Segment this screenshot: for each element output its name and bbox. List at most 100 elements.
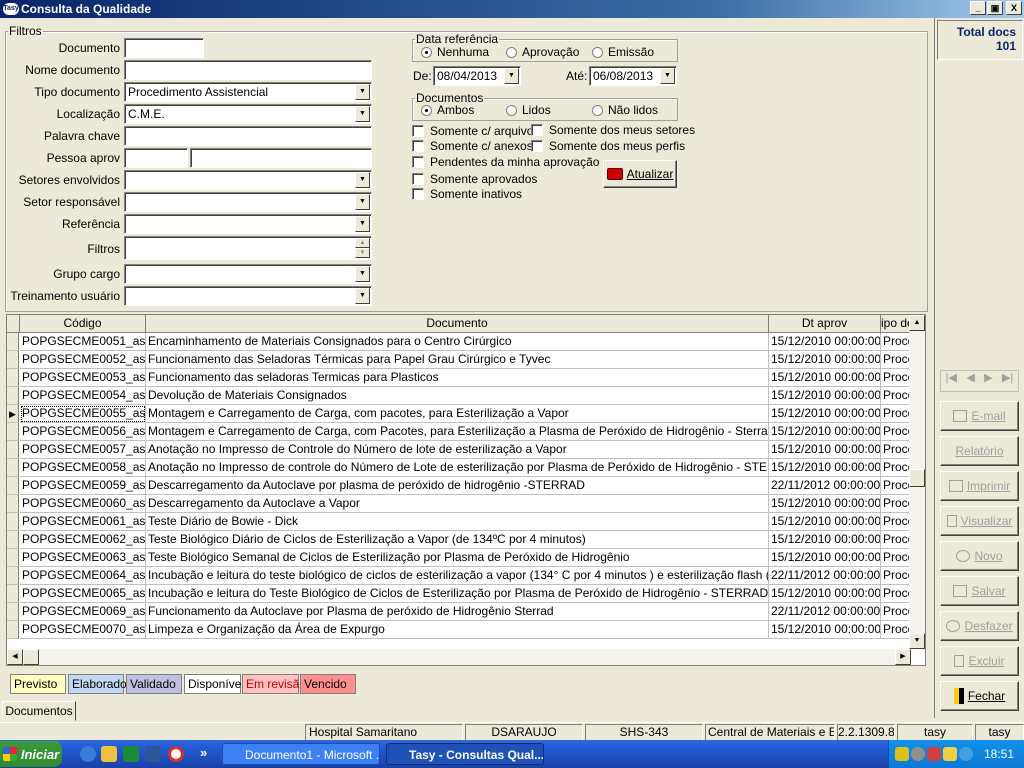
relatorio-button[interactable]: Relatório	[940, 436, 1019, 466]
table-row[interactable]: POPGSECME0069_assistFuncionamento da Aut…	[7, 603, 911, 621]
table-row[interactable]: POPGSECME0053_assistFuncionamento das se…	[7, 369, 911, 387]
row-indicator[interactable]	[7, 621, 19, 639]
cell-codigo[interactable]: POPGSECME0059_assist	[20, 477, 146, 495]
dropdown-arrow-icon[interactable]: ▼	[355, 288, 370, 304]
column-header-dt-aprov[interactable]: Dt aprov	[769, 315, 881, 333]
row-indicator[interactable]	[7, 459, 19, 477]
fechar-button[interactable]: Fechar	[940, 681, 1019, 711]
cell-tipo[interactable]: Proce	[881, 387, 911, 405]
dropdown-arrow-icon[interactable]: ▼	[355, 216, 370, 232]
pessoa-aprov-code-input[interactable]	[124, 148, 188, 168]
cell-documento[interactable]: Funcionamento das seladoras Termicas par…	[146, 369, 769, 387]
dropdown-arrow-icon[interactable]: ▼	[355, 172, 370, 188]
documento-input[interactable]	[124, 38, 204, 58]
row-indicator[interactable]	[7, 477, 19, 495]
cell-documento[interactable]: Descarregamento da Autoclave por plasma …	[146, 477, 769, 495]
row-indicator[interactable]	[7, 351, 19, 369]
check-aprovados[interactable]: Somente aprovados	[412, 172, 537, 186]
scroll-up-icon[interactable]: ▲	[355, 238, 370, 248]
scroll-down-icon[interactable]: ▼	[909, 633, 925, 649]
cell-dt-aprov[interactable]: 15/12/2010 00:00:00	[769, 621, 881, 639]
cell-documento[interactable]: Encaminhamento de Materiais Consignados …	[146, 333, 769, 351]
dropdown-arrow-icon[interactable]: ▼	[355, 266, 370, 282]
check-somente-perfis[interactable]: Somente dos meus perfis	[531, 139, 685, 153]
word-icon[interactable]	[145, 746, 161, 762]
tray-shield-icon[interactable]	[943, 747, 957, 761]
table-row[interactable]: POPGSECME0060_assistDescarregamento da A…	[7, 495, 911, 513]
row-indicator[interactable]	[7, 423, 19, 441]
cell-documento[interactable]: Limpeza e Organização da Área de Expurgo	[146, 621, 769, 639]
excel-icon[interactable]	[123, 746, 139, 762]
scroll-up-icon[interactable]: ▲	[909, 315, 925, 331]
radio-nao-lidos[interactable]: Não lidos	[592, 103, 658, 117]
cell-tipo[interactable]: Proce	[881, 531, 911, 549]
minimize-button[interactable]: _	[970, 1, 986, 15]
cell-dt-aprov[interactable]: 22/11/2012 00:00:00	[769, 477, 881, 495]
check-somente-arquivo[interactable]: Somente c/ arquivo	[412, 124, 533, 138]
cell-documento[interactable]: Teste Biológico Diário de Ciclos de Este…	[146, 531, 769, 549]
dropdown-arrow-icon[interactable]: ▼	[355, 194, 370, 210]
table-row[interactable]: POPGSECME0058_assistAnotação no Impresso…	[7, 459, 911, 477]
cell-codigo[interactable]: POPGSECME0065_assist	[20, 585, 146, 603]
chrome-icon[interactable]	[168, 746, 184, 762]
tray-monitor-icon[interactable]	[959, 747, 973, 761]
cell-dt-aprov[interactable]: 15/12/2010 00:00:00	[769, 513, 881, 531]
table-row[interactable]: POPGSECME0059_assistDescarregamento da A…	[7, 477, 911, 495]
cell-dt-aprov[interactable]: 22/11/2012 00:00:00	[769, 603, 881, 621]
cell-documento[interactable]: Devolução de Materiais Consignados	[146, 387, 769, 405]
vertical-scrollbar[interactable]: ▲ ▼	[909, 315, 925, 649]
cell-tipo[interactable]: Proce	[881, 513, 911, 531]
atualizar-button[interactable]: Atualizar	[603, 160, 677, 188]
visualizar-button[interactable]: Visualizar	[940, 506, 1019, 536]
internet-explorer-icon[interactable]	[80, 746, 96, 762]
cell-dt-aprov[interactable]: 15/12/2010 00:00:00	[769, 459, 881, 477]
pessoa-aprov-name-input[interactable]	[190, 148, 372, 168]
cell-codigo[interactable]: POPGSECME0051_assist	[20, 333, 146, 351]
cell-codigo[interactable]: POPGSECME0055_assist	[20, 405, 146, 423]
localizacao-select[interactable]: C.M.E. ▼	[124, 104, 372, 124]
novo-button[interactable]: Novo	[940, 541, 1019, 571]
cell-dt-aprov[interactable]: 15/12/2010 00:00:00	[769, 387, 881, 405]
radio-emissao[interactable]: Emissão	[592, 45, 654, 59]
cell-codigo[interactable]: POPGSECME0061_assist	[20, 513, 146, 531]
table-row[interactable]: POPGSECME0051_assistEncaminhamento de Ma…	[7, 333, 911, 351]
next-record-icon[interactable]: ▶	[984, 371, 992, 391]
check-inativos[interactable]: Somente inativos	[412, 187, 522, 201]
radio-nenhuma[interactable]: Nenhuma	[421, 45, 489, 59]
cell-tipo[interactable]: Proce	[881, 603, 911, 621]
table-row[interactable]: POPGSECME0070_assistLimpeza e Organizaçã…	[7, 621, 911, 639]
cell-tipo[interactable]: Proce	[881, 441, 911, 459]
tray-security-icon[interactable]	[927, 747, 941, 761]
tray-clock-icon[interactable]	[911, 747, 925, 761]
calendar-dropdown-icon[interactable]: ▼	[504, 68, 519, 84]
cell-dt-aprov[interactable]: 15/12/2010 00:00:00	[769, 333, 881, 351]
prev-record-icon[interactable]: ◀	[966, 371, 974, 391]
cell-codigo[interactable]: POPGSECME0058_assist	[20, 459, 146, 477]
cell-documento[interactable]: Funcionamento da Autoclave por Plasma de…	[146, 603, 769, 621]
cell-documento[interactable]: Montagem e Carregamento de Carga, com pa…	[146, 405, 769, 423]
tray-network-icon[interactable]	[895, 747, 909, 761]
desfazer-button[interactable]: Desfazer	[940, 611, 1019, 641]
task-tasy-consultas[interactable]: Tasy - Consultas Qual...	[386, 743, 544, 765]
check-somente-setores[interactable]: Somente dos meus setores	[531, 123, 695, 137]
scroll-left-icon[interactable]: ◀	[7, 649, 23, 665]
cell-dt-aprov[interactable]: 15/12/2010 00:00:00	[769, 441, 881, 459]
cell-documento[interactable]: Funcionamento das Seladoras Térmicas par…	[146, 351, 769, 369]
cell-tipo[interactable]: Proce	[881, 621, 911, 639]
nome-documento-input[interactable]	[124, 60, 372, 80]
ate-date-field[interactable]: 06/08/2013 ▼	[589, 66, 677, 86]
horizontal-scrollbar[interactable]: ◀ ▶	[7, 649, 911, 665]
dropdown-arrow-icon[interactable]: ▼	[355, 84, 370, 100]
email-button[interactable]: E-mail	[940, 401, 1019, 431]
dropdown-arrow-icon[interactable]: ▼	[355, 106, 370, 122]
table-row[interactable]: POPGSECME0061_assistTeste Diário de Bowi…	[7, 513, 911, 531]
cell-codigo[interactable]: POPGSECME0053_assist	[20, 369, 146, 387]
cell-documento[interactable]: Descarregamento da Autoclave a Vapor	[146, 495, 769, 513]
cell-codigo[interactable]: POPGSECME0063_assist	[20, 549, 146, 567]
imprimir-button[interactable]: Imprimir	[940, 471, 1019, 501]
cell-tipo[interactable]: Proce	[881, 567, 911, 585]
outlook-icon[interactable]	[101, 746, 117, 762]
last-record-icon[interactable]: ▶|	[1002, 371, 1013, 391]
cell-tipo[interactable]: Proce	[881, 585, 911, 603]
radio-ambos[interactable]: Ambos	[421, 103, 474, 117]
